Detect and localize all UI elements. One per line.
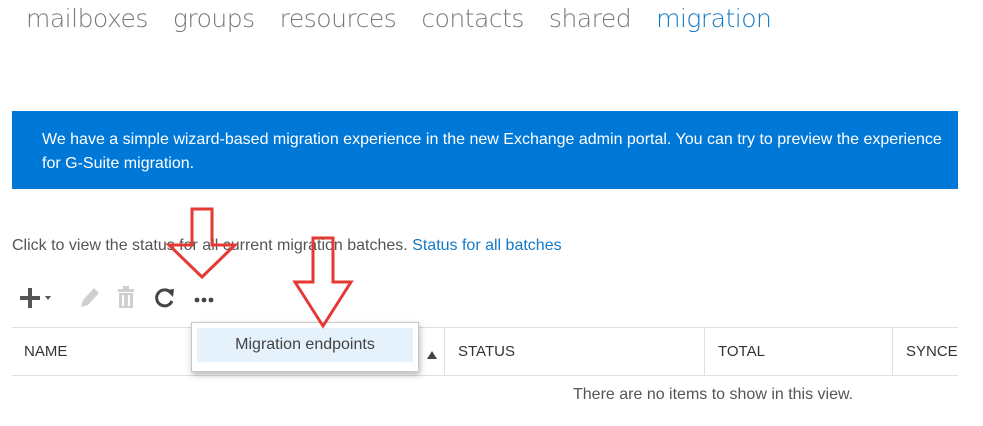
more-icon <box>194 297 214 303</box>
add-button[interactable] <box>18 284 54 317</box>
column-total[interactable]: TOTAL <box>718 328 765 375</box>
sort-ascending-icon[interactable] <box>426 347 438 365</box>
delete-button[interactable] <box>114 284 138 317</box>
menu-item-migration-endpoints[interactable]: Migration endpoints <box>197 328 413 362</box>
delete-icon <box>118 286 134 308</box>
edit-icon <box>81 288 99 307</box>
status-line: Click to view the status for all current… <box>12 237 562 255</box>
status-all-batches-link[interactable]: Status for all batches <box>412 237 561 254</box>
edit-button[interactable] <box>76 284 102 317</box>
tab-contacts[interactable]: contacts <box>421 4 524 33</box>
table-header: NAME STATUS TOTAL SYNCED <box>12 327 958 376</box>
column-divider <box>444 328 445 375</box>
refresh-icon <box>155 288 174 308</box>
tab-groups[interactable]: groups <box>173 4 255 33</box>
tab-shared[interactable]: shared <box>549 4 632 33</box>
more-button[interactable] <box>191 284 217 317</box>
info-banner: We have a simple wizard-based migration … <box>12 111 958 189</box>
column-status[interactable]: STATUS <box>458 328 515 375</box>
more-dropdown-menu: Migration endpoints <box>191 322 419 372</box>
column-divider <box>892 328 893 375</box>
column-synced[interactable]: SYNCED <box>906 328 958 375</box>
add-icon <box>20 288 51 308</box>
status-text: Click to view the status for all current… <box>12 237 408 254</box>
column-divider <box>704 328 705 375</box>
refresh-button[interactable] <box>151 284 177 317</box>
tab-migration[interactable]: migration <box>656 4 772 33</box>
nav-tabs: mailboxes groups resources contacts shar… <box>26 4 796 33</box>
column-name[interactable]: NAME <box>24 328 67 375</box>
tab-resources[interactable]: resources <box>280 4 397 33</box>
tab-mailboxes[interactable]: mailboxes <box>26 4 148 33</box>
banner-text: We have a simple wizard-based migration … <box>42 131 942 172</box>
empty-state-message: There are no items to show in this view. <box>573 386 854 403</box>
